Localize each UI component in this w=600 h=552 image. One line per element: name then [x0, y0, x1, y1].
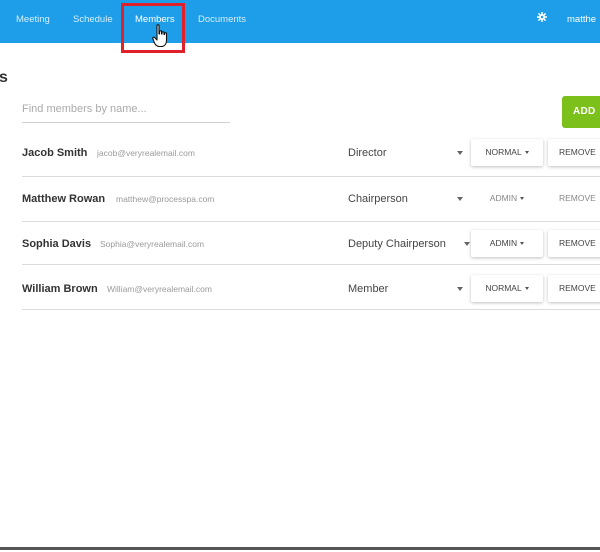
row-divider: [22, 309, 600, 310]
nav-item-meeting[interactable]: Meeting: [16, 14, 50, 25]
member-role-select[interactable]: Director: [348, 130, 387, 176]
top-nav-bar: Meeting Schedule Members Documents matth…: [0, 0, 600, 43]
access-level-dropdown[interactable]: NORMAL: [471, 139, 543, 166]
remove-member-button[interactable]: REMOVE: [548, 275, 600, 302]
access-level-label: NORMAL: [485, 147, 522, 157]
member-email: William@veryrealemail.com: [107, 284, 212, 294]
search-members-input[interactable]: [22, 96, 230, 123]
user-menu[interactable]: matthe: [567, 14, 596, 25]
gear-icon[interactable]: [537, 12, 547, 22]
member-name: Jacob Smith: [22, 147, 88, 159]
page-title: s: [0, 69, 8, 86]
access-level-dropdown[interactable]: ADMIN: [471, 185, 543, 212]
caret-down-icon: [524, 151, 529, 155]
row-divider: [22, 264, 600, 265]
chevron-down-icon[interactable]: [457, 287, 463, 291]
caret-down-icon: [520, 242, 525, 246]
chevron-down-icon[interactable]: [457, 151, 463, 155]
remove-member-button[interactable]: REMOVE: [548, 185, 600, 212]
caret-down-icon: [524, 287, 529, 291]
access-level-dropdown[interactable]: ADMIN: [471, 230, 543, 257]
member-role-select[interactable]: Member: [348, 266, 388, 312]
nav-item-schedule[interactable]: Schedule: [73, 14, 113, 25]
member-role-select[interactable]: Deputy Chairperson: [348, 221, 446, 267]
member-email: jacob@veryrealemail.com: [97, 148, 195, 158]
access-level-dropdown[interactable]: NORMAL: [471, 275, 543, 302]
hand-cursor-icon: [152, 24, 168, 48]
member-email: Sophia@veryrealemail.com: [100, 239, 205, 249]
member-name: William Brown: [22, 283, 98, 295]
caret-down-icon: [520, 197, 525, 201]
member-email: matthew@processpa.com: [116, 194, 215, 204]
member-name: Matthew Rowan: [22, 193, 106, 205]
member-row: Matthew Rowan matthew@processpa.com Chai…: [22, 176, 600, 222]
member-role-select[interactable]: Chairperson: [348, 176, 408, 222]
add-member-button[interactable]: ADD: [562, 96, 600, 128]
access-level-label: ADMIN: [489, 193, 518, 203]
window-bottom-border: [0, 547, 600, 550]
remove-member-button[interactable]: REMOVE: [548, 230, 600, 257]
access-level-label: ADMIN: [489, 238, 518, 248]
member-row: Jacob Smith jacob@veryrealemail.com Dire…: [22, 130, 600, 176]
chevron-down-icon[interactable]: [457, 197, 463, 201]
access-level-label: NORMAL: [485, 283, 522, 293]
remove-member-button[interactable]: REMOVE: [548, 139, 600, 166]
nav-item-documents[interactable]: Documents: [198, 14, 246, 25]
member-row: William Brown William@veryrealemail.com …: [22, 266, 600, 312]
member-name: Sophia Davis: [22, 238, 92, 250]
member-row: Sophia Davis Sophia@veryrealemail.com De…: [22, 221, 600, 267]
chevron-down-icon[interactable]: [464, 242, 470, 246]
